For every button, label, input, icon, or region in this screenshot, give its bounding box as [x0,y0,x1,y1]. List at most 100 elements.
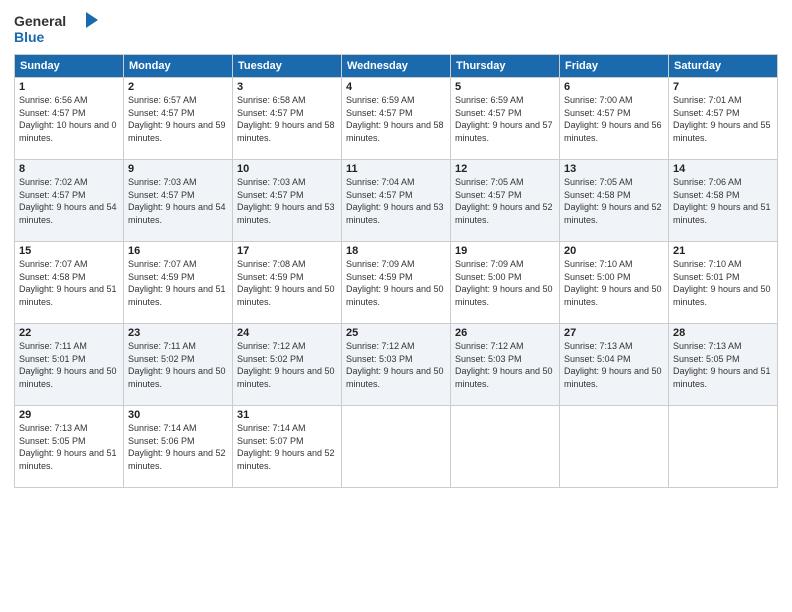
day-cell: 17Sunrise: 7:08 AMSunset: 4:59 PMDayligh… [233,242,342,324]
day-number: 24 [237,327,337,339]
day-cell: 23Sunrise: 7:11 AMSunset: 5:02 PMDayligh… [124,324,233,406]
col-header-tuesday: Tuesday [233,55,342,78]
day-number: 27 [564,327,664,339]
day-cell: 26Sunrise: 7:12 AMSunset: 5:03 PMDayligh… [451,324,560,406]
day-cell: 14Sunrise: 7:06 AMSunset: 4:58 PMDayligh… [669,160,778,242]
week-row-3: 15Sunrise: 7:07 AMSunset: 4:58 PMDayligh… [15,242,778,324]
day-cell: 19Sunrise: 7:09 AMSunset: 5:00 PMDayligh… [451,242,560,324]
day-info: Sunrise: 7:11 AMSunset: 5:01 PMDaylight:… [19,340,119,390]
day-info: Sunrise: 7:10 AMSunset: 5:00 PMDaylight:… [564,258,664,308]
day-info: Sunrise: 7:06 AMSunset: 4:58 PMDaylight:… [673,176,773,226]
day-cell [560,406,669,488]
day-info: Sunrise: 7:00 AMSunset: 4:57 PMDaylight:… [564,94,664,144]
day-number: 31 [237,409,337,421]
day-cell: 18Sunrise: 7:09 AMSunset: 4:59 PMDayligh… [342,242,451,324]
svg-text:General: General [14,13,66,29]
day-info: Sunrise: 6:58 AMSunset: 4:57 PMDaylight:… [237,94,337,144]
day-cell: 21Sunrise: 7:10 AMSunset: 5:01 PMDayligh… [669,242,778,324]
day-cell: 3Sunrise: 6:58 AMSunset: 4:57 PMDaylight… [233,78,342,160]
day-info: Sunrise: 7:02 AMSunset: 4:57 PMDaylight:… [19,176,119,226]
day-info: Sunrise: 7:12 AMSunset: 5:03 PMDaylight:… [455,340,555,390]
col-header-wednesday: Wednesday [342,55,451,78]
day-info: Sunrise: 7:13 AMSunset: 5:05 PMDaylight:… [19,422,119,472]
day-info: Sunrise: 7:12 AMSunset: 5:03 PMDaylight:… [346,340,446,390]
col-header-sunday: Sunday [15,55,124,78]
day-cell: 15Sunrise: 7:07 AMSunset: 4:58 PMDayligh… [15,242,124,324]
col-header-saturday: Saturday [669,55,778,78]
day-cell: 8Sunrise: 7:02 AMSunset: 4:57 PMDaylight… [15,160,124,242]
day-info: Sunrise: 7:13 AMSunset: 5:04 PMDaylight:… [564,340,664,390]
day-info: Sunrise: 7:08 AMSunset: 4:59 PMDaylight:… [237,258,337,308]
day-cell: 29Sunrise: 7:13 AMSunset: 5:05 PMDayligh… [15,406,124,488]
day-number: 6 [564,81,664,93]
day-info: Sunrise: 7:10 AMSunset: 5:01 PMDaylight:… [673,258,773,308]
day-number: 20 [564,245,664,257]
day-info: Sunrise: 7:03 AMSunset: 4:57 PMDaylight:… [128,176,228,226]
day-info: Sunrise: 7:05 AMSunset: 4:58 PMDaylight:… [564,176,664,226]
day-number: 1 [19,81,119,93]
day-cell: 5Sunrise: 6:59 AMSunset: 4:57 PMDaylight… [451,78,560,160]
calendar-table: SundayMondayTuesdayWednesdayThursdayFrid… [14,54,778,488]
logo-svg: General Blue [14,10,104,48]
header-row: SundayMondayTuesdayWednesdayThursdayFrid… [15,55,778,78]
page: General Blue SundayMondayTuesdayWednesda… [0,0,792,494]
week-row-5: 29Sunrise: 7:13 AMSunset: 5:05 PMDayligh… [15,406,778,488]
day-cell: 27Sunrise: 7:13 AMSunset: 5:04 PMDayligh… [560,324,669,406]
day-cell: 31Sunrise: 7:14 AMSunset: 5:07 PMDayligh… [233,406,342,488]
day-cell: 12Sunrise: 7:05 AMSunset: 4:57 PMDayligh… [451,160,560,242]
day-cell: 1Sunrise: 6:56 AMSunset: 4:57 PMDaylight… [15,78,124,160]
day-number: 15 [19,245,119,257]
day-cell [669,406,778,488]
day-number: 9 [128,163,228,175]
logo: General Blue [14,10,104,48]
day-number: 16 [128,245,228,257]
day-info: Sunrise: 7:11 AMSunset: 5:02 PMDaylight:… [128,340,228,390]
day-number: 25 [346,327,446,339]
day-number: 13 [564,163,664,175]
day-info: Sunrise: 7:12 AMSunset: 5:02 PMDaylight:… [237,340,337,390]
day-cell: 10Sunrise: 7:03 AMSunset: 4:57 PMDayligh… [233,160,342,242]
day-number: 29 [19,409,119,421]
day-info: Sunrise: 7:09 AMSunset: 5:00 PMDaylight:… [455,258,555,308]
day-cell: 9Sunrise: 7:03 AMSunset: 4:57 PMDaylight… [124,160,233,242]
day-number: 10 [237,163,337,175]
day-cell: 20Sunrise: 7:10 AMSunset: 5:00 PMDayligh… [560,242,669,324]
svg-text:Blue: Blue [14,29,45,45]
day-info: Sunrise: 7:04 AMSunset: 4:57 PMDaylight:… [346,176,446,226]
day-number: 5 [455,81,555,93]
day-info: Sunrise: 7:13 AMSunset: 5:05 PMDaylight:… [673,340,773,390]
day-info: Sunrise: 7:01 AMSunset: 4:57 PMDaylight:… [673,94,773,144]
day-number: 22 [19,327,119,339]
day-number: 4 [346,81,446,93]
week-row-4: 22Sunrise: 7:11 AMSunset: 5:01 PMDayligh… [15,324,778,406]
day-number: 8 [19,163,119,175]
day-cell: 28Sunrise: 7:13 AMSunset: 5:05 PMDayligh… [669,324,778,406]
day-cell: 30Sunrise: 7:14 AMSunset: 5:06 PMDayligh… [124,406,233,488]
day-number: 28 [673,327,773,339]
week-row-1: 1Sunrise: 6:56 AMSunset: 4:57 PMDaylight… [15,78,778,160]
day-number: 30 [128,409,228,421]
week-row-2: 8Sunrise: 7:02 AMSunset: 4:57 PMDaylight… [15,160,778,242]
day-number: 19 [455,245,555,257]
day-cell: 16Sunrise: 7:07 AMSunset: 4:59 PMDayligh… [124,242,233,324]
day-number: 11 [346,163,446,175]
day-cell: 6Sunrise: 7:00 AMSunset: 4:57 PMDaylight… [560,78,669,160]
day-cell [451,406,560,488]
header: General Blue [14,10,778,48]
col-header-monday: Monday [124,55,233,78]
day-number: 26 [455,327,555,339]
day-info: Sunrise: 7:07 AMSunset: 4:59 PMDaylight:… [128,258,228,308]
day-info: Sunrise: 7:14 AMSunset: 5:07 PMDaylight:… [237,422,337,472]
day-number: 21 [673,245,773,257]
day-info: Sunrise: 7:09 AMSunset: 4:59 PMDaylight:… [346,258,446,308]
day-cell: 25Sunrise: 7:12 AMSunset: 5:03 PMDayligh… [342,324,451,406]
day-info: Sunrise: 6:56 AMSunset: 4:57 PMDaylight:… [19,94,119,144]
day-number: 3 [237,81,337,93]
day-number: 12 [455,163,555,175]
day-number: 18 [346,245,446,257]
day-number: 2 [128,81,228,93]
col-header-friday: Friday [560,55,669,78]
day-cell: 2Sunrise: 6:57 AMSunset: 4:57 PMDaylight… [124,78,233,160]
day-cell [342,406,451,488]
col-header-thursday: Thursday [451,55,560,78]
